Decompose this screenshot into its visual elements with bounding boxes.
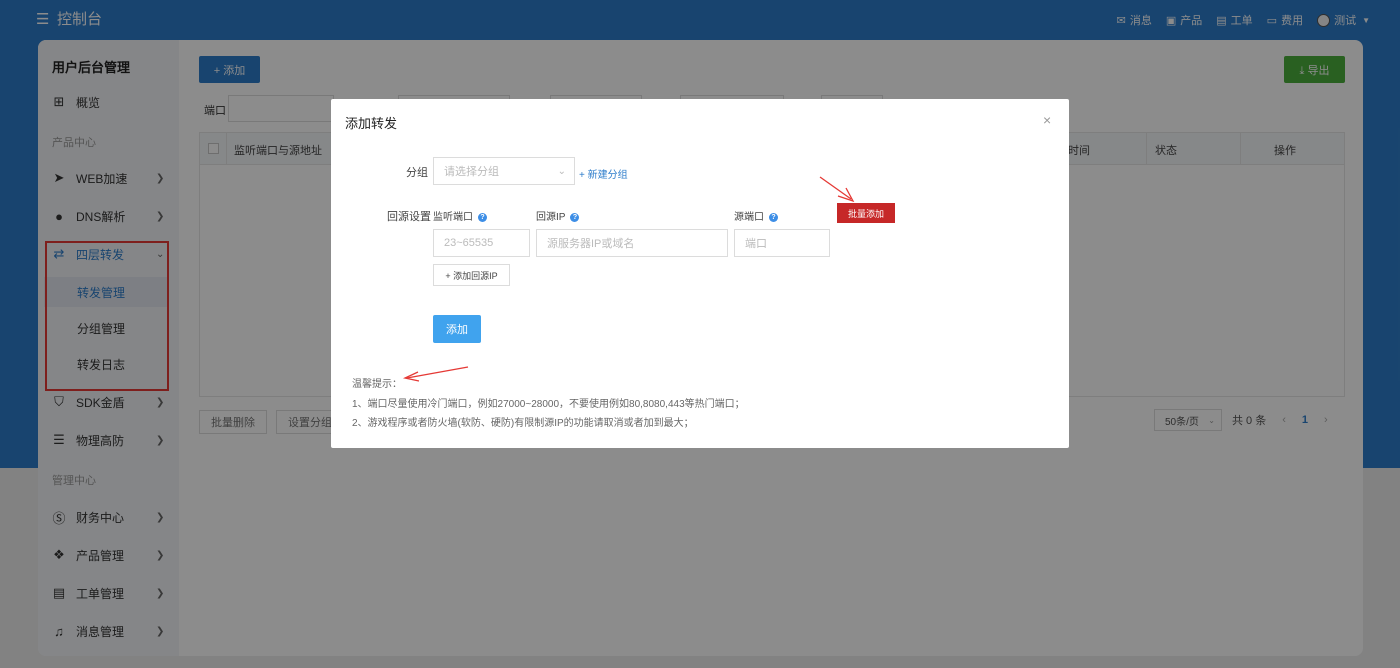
group-label: 分组 (406, 167, 428, 179)
source-port-label: 源端口? (734, 208, 778, 223)
listen-port-input[interactable]: 23~65535 (433, 229, 530, 257)
help-icon[interactable]: ? (570, 212, 580, 222)
dialog-title: 添加转发 (345, 116, 398, 131)
origin-ip-label: 回源IP? (536, 208, 580, 223)
chevron-down-icon: ⌄ (557, 165, 566, 177)
help-icon[interactable]: ? (769, 212, 778, 222)
group-select[interactable]: 请选择分组 ⌄ (433, 157, 575, 185)
tip-line-2: 2、游戏程序或者防火墙(软防、硬防)有限制源IP的功能请取消或者加到最大； (352, 418, 694, 429)
add-forward-dialog: 添加转发 × 分组 请选择分组 ⌄ + 新建分组 回源设置 监听端口? 回源IP… (331, 99, 1069, 448)
new-group-link[interactable]: + 新建分组 (579, 166, 628, 181)
source-port-input[interactable]: 端口 (734, 229, 830, 257)
batch-add-button[interactable]: 批量添加 (837, 203, 895, 223)
tips-title: 温馨提示： (352, 379, 402, 390)
help-icon[interactable]: ? (478, 212, 487, 222)
close-icon[interactable]: × (1043, 112, 1051, 128)
listen-port-label: 监听端口? (433, 208, 487, 223)
submit-add-button[interactable]: 添加 (433, 315, 481, 343)
tip-line-1: 1、端口尽量使用冷门端口，例如27000~28000，不要使用例如80,8080… (352, 399, 745, 410)
origin-ip-input[interactable]: 源服务器IP或域名 (536, 229, 728, 257)
add-origin-ip-button[interactable]: + 添加回源IP (433, 264, 510, 286)
origin-settings-label: 回源设置 (387, 211, 431, 223)
